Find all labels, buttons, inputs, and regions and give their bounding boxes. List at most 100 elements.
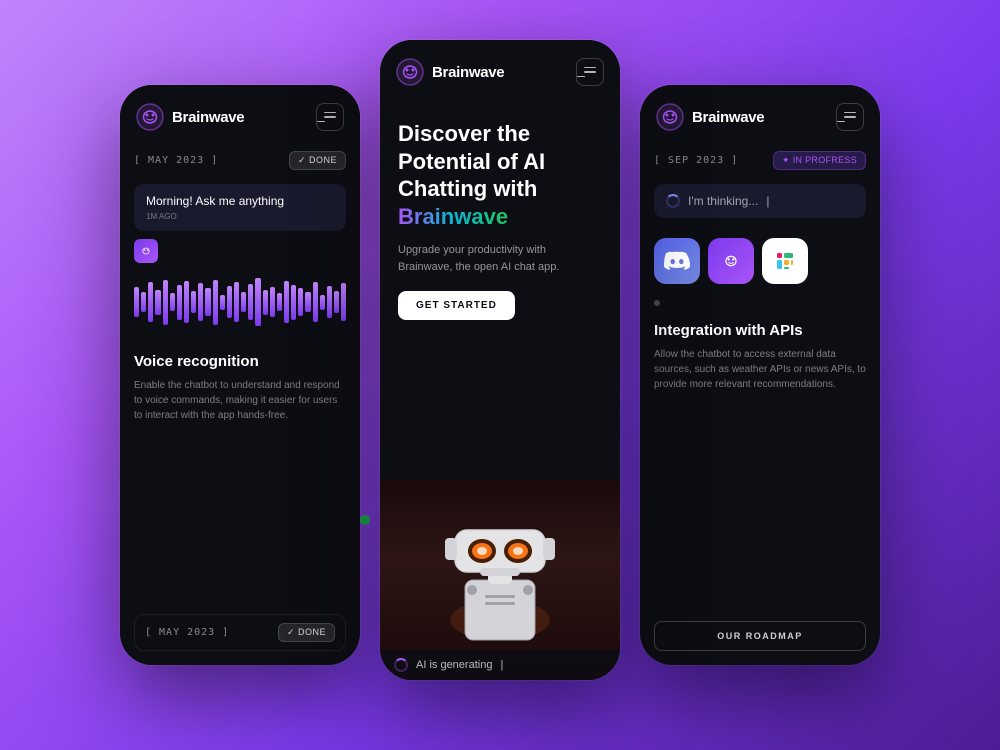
phone3-date-badge: [ SEP 2023 ] ✦ IN PROFRESS <box>640 145 880 176</box>
hero-subtitle: Upgrade your productivity with Brainwave… <box>398 242 602 275</box>
wave-bar <box>263 290 268 315</box>
wave-bar <box>284 281 289 323</box>
wave-bar <box>198 283 203 321</box>
brainwave-logo3-icon <box>656 103 684 131</box>
brand-name3-label: Brainwave <box>692 109 764 126</box>
phone-integration: Brainwave [ SEP 2023 ] ✦ IN PROFRESS I'm… <box>640 85 880 665</box>
ai-cursor: | <box>500 659 503 671</box>
phone1-date-badge: [ MAY 2023 ] ✓ DONE <box>120 145 360 176</box>
wave-bar <box>313 282 318 322</box>
chat-time: 1M AGO <box>146 212 334 221</box>
brand-logo-area: Brainwave <box>136 103 244 131</box>
ai-spinner-icon <box>394 658 408 672</box>
menu3-button[interactable] <box>836 103 864 131</box>
menu-button[interactable] <box>316 103 344 131</box>
menu3-line-2 <box>844 116 856 118</box>
brain-icon <box>708 238 754 284</box>
slack-icon <box>762 238 808 284</box>
integration-section: Integration with APIs Allow the chatbot … <box>640 318 880 404</box>
phone1-date: [ MAY 2023 ] <box>134 155 218 166</box>
wave-bar <box>220 295 225 310</box>
wave-bar <box>227 286 232 318</box>
deco-dot-green <box>360 515 370 525</box>
thinking-input: I'm thinking... | <box>654 184 866 218</box>
hero-title-line2: Potential of AI <box>398 149 545 174</box>
hero-title-line3: Chatting with <box>398 176 537 201</box>
wave-bar <box>141 292 146 312</box>
wave-bar <box>177 285 182 320</box>
brainwave-logo2-icon <box>396 58 424 86</box>
phone1-header: Brainwave <box>120 85 360 145</box>
app-icons-row <box>654 238 866 284</box>
slack-logo-icon <box>773 249 797 273</box>
get-started-button[interactable]: GET STARTED <box>398 291 515 320</box>
thinking-cursor: | <box>766 194 769 208</box>
wave-bar <box>270 287 275 317</box>
wave-bar <box>341 283 346 321</box>
hero-title-line1: Discover the <box>398 121 530 146</box>
wave-bar <box>320 295 325 310</box>
menu-line-3 <box>317 121 325 123</box>
brand-name-label: Brainwave <box>172 109 244 126</box>
wave-bar <box>305 292 310 312</box>
phone1-bottom-badge: [ MAY 2023 ] ✓ DONE <box>134 614 346 651</box>
voice-recognition-section: Voice recognition Enable the chatbot to … <box>120 337 360 433</box>
wave-bar <box>155 290 160 315</box>
hero-section: Discover the Potential of AI Chatting wi… <box>380 100 620 480</box>
phone-voice-recognition: Brainwave [ MAY 2023 ] ✓ DONE Morning! A… <box>120 85 360 665</box>
chat-message-text: Morning! Ask me anything <box>146 194 284 208</box>
hero-title-highlight: Brainwave <box>398 204 508 229</box>
wave-bar <box>191 291 196 313</box>
slide-indicator <box>654 300 660 306</box>
phone1-status-done: ✓ DONE <box>289 151 346 170</box>
phone2-header: Brainwave <box>380 40 620 100</box>
wave-bar <box>213 280 218 325</box>
menu3-line-1 <box>844 112 856 114</box>
discord-icon <box>654 238 700 284</box>
phone-hero: Brainwave Discover the Potential of AI C… <box>380 40 620 680</box>
discord-logo-icon <box>664 251 690 271</box>
thinking-spinner-icon <box>666 194 680 208</box>
menu-line-2 <box>324 116 336 118</box>
wave-bar <box>327 286 332 318</box>
wave-bar <box>298 288 303 316</box>
robot-image: AI is generating | <box>380 480 620 680</box>
integration-desc: Allow the chatbot to access external dat… <box>654 347 866 392</box>
phone3-status: ✦ IN PROFRESS <box>773 151 866 170</box>
wave-bar <box>184 281 189 323</box>
wave-bar <box>234 282 239 322</box>
hero-title: Discover the Potential of AI Chatting wi… <box>398 120 602 230</box>
menu3-line-3 <box>837 121 845 123</box>
menu2-line-1 <box>584 67 596 69</box>
phones-container: Brainwave [ MAY 2023 ] ✓ DONE Morning! A… <box>90 40 910 710</box>
phone1-bottom-status: ✓ DONE <box>278 623 335 642</box>
ai-generating-text: AI is generating <box>416 659 492 671</box>
menu2-line-3 <box>577 76 585 78</box>
wave-bar <box>334 291 339 313</box>
avatar-logo-icon <box>139 244 153 258</box>
voice-desc: Enable the chatbot to understand and res… <box>134 378 346 423</box>
wave-bar <box>134 287 139 317</box>
wave-bar <box>248 284 253 320</box>
wave-bar <box>241 292 246 312</box>
voice-title: Voice recognition <box>134 353 346 370</box>
phone3-header: Brainwave <box>640 85 880 145</box>
wave-bar <box>291 285 296 320</box>
brain-app-icon <box>720 250 742 272</box>
chat-bubble: Morning! Ask me anything 1M AGO <box>134 184 346 231</box>
robot-illustration-icon <box>430 500 570 660</box>
wave-bar <box>148 282 153 322</box>
chat-avatar <box>134 239 158 263</box>
menu2-button[interactable] <box>576 58 604 86</box>
wave-bar <box>255 278 260 326</box>
roadmap-button[interactable]: OUR ROADMAP <box>654 621 866 651</box>
brand-name2-label: Brainwave <box>432 64 504 81</box>
brand3-area: Brainwave <box>656 103 764 131</box>
thinking-text: I'm thinking... <box>688 194 758 208</box>
wave-bar <box>170 293 175 311</box>
brainwave-logo-icon <box>136 103 164 131</box>
integration-title: Integration with APIs <box>654 322 866 339</box>
brand2-area: Brainwave <box>396 58 504 86</box>
waveform <box>134 277 346 327</box>
phone1-bottom-date: [ MAY 2023 ] <box>145 627 229 638</box>
